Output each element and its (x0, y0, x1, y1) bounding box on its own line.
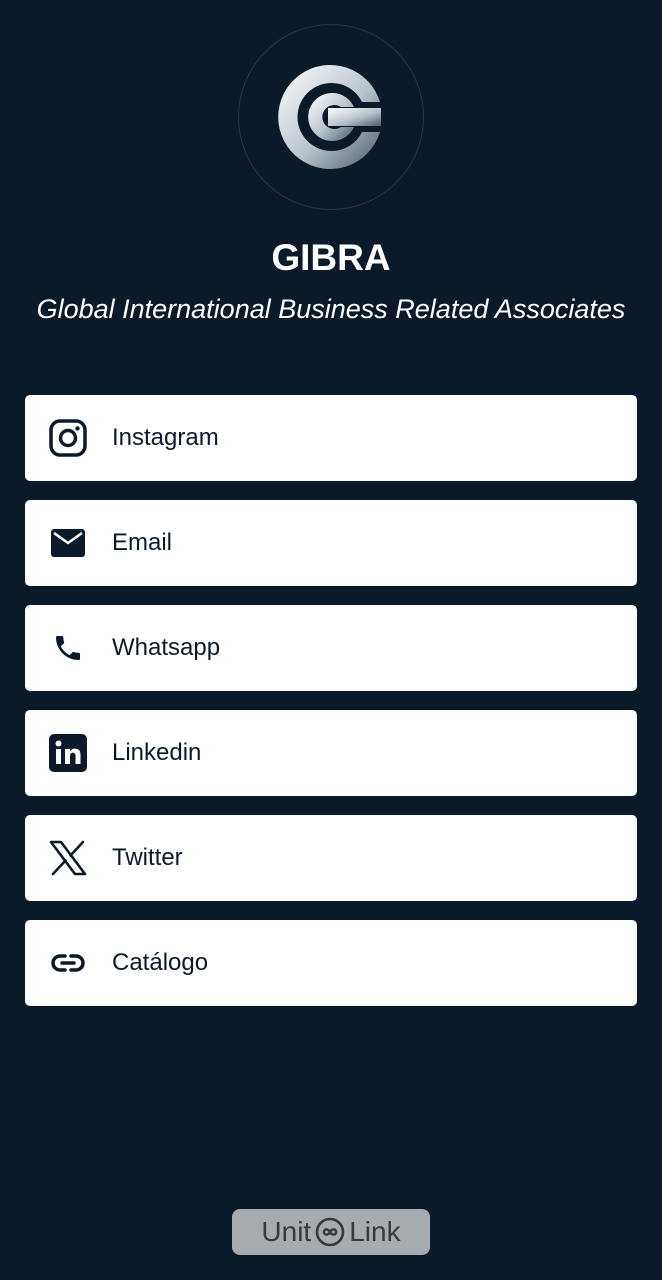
link-whatsapp-button[interactable]: Whatsapp (25, 605, 637, 691)
instagram-icon (48, 418, 88, 458)
footer-brand-left: Unit (261, 1216, 312, 1247)
link-label: Email (112, 529, 173, 556)
profile-name: GIBRA (271, 237, 391, 278)
unitlink-badge[interactable]: Unit Link (232, 1209, 430, 1255)
profile-tagline: Global International Business Related As… (36, 294, 626, 324)
link-linkedin-button[interactable]: Linkedin (25, 710, 637, 796)
link-catalogo-button[interactable]: Catálogo (25, 920, 637, 1006)
gibra-g-logo-icon (278, 65, 381, 169)
link-list: Instagram Email Whatsapp Linkedin Twitte… (25, 395, 637, 1025)
phone-icon (48, 628, 88, 668)
link-twitter-button[interactable]: Twitter (25, 815, 637, 901)
profile-logo (238, 24, 424, 210)
link-label: Linkedin (112, 739, 202, 766)
linkedin-icon (48, 733, 88, 773)
link-label: Catálogo (112, 949, 209, 976)
link-label: Instagram (112, 424, 219, 451)
link-icon (48, 943, 88, 983)
footer-brand-right: Link (349, 1216, 401, 1247)
link-label: Whatsapp (112, 634, 221, 661)
infinity-link-icon (313, 1217, 347, 1247)
x-twitter-icon (48, 838, 88, 878)
link-instagram-button[interactable]: Instagram (25, 395, 637, 481)
link-email-button[interactable]: Email (25, 500, 637, 586)
mail-icon (48, 523, 88, 563)
link-label: Twitter (112, 844, 183, 871)
